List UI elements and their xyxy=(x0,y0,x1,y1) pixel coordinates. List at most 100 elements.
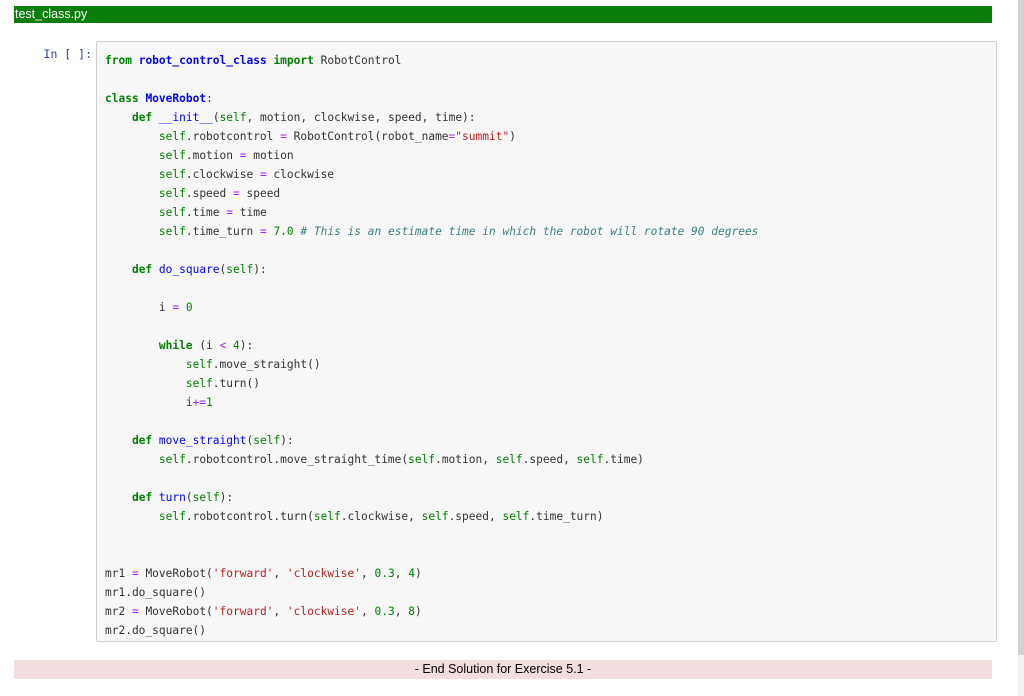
code-token-plain: RobotControl xyxy=(313,54,402,67)
code-token-self: self xyxy=(253,434,281,447)
code-token-kw: def xyxy=(131,434,153,447)
code-token-str: "summit" xyxy=(455,130,510,143)
code-token-cls: MoveRobot xyxy=(145,92,207,105)
code-token-plain: mr2.do_square() xyxy=(105,624,207,637)
filename-header: test_class.py xyxy=(14,6,992,23)
code-token-plain: .motion xyxy=(185,149,240,162)
code-token-self: self xyxy=(185,358,213,371)
code-line: mr2.do_square() xyxy=(105,621,758,640)
code-token-num: 4 xyxy=(233,339,240,352)
code-token-plain: (i xyxy=(192,339,220,352)
code-token-op: = xyxy=(259,168,267,181)
code-token-mod: robot_control_class xyxy=(138,54,267,67)
scrollbar-thumb[interactable] xyxy=(1018,0,1024,655)
code-token-op: = xyxy=(226,206,234,219)
code-token-self: self xyxy=(495,453,523,466)
code-token-fn: turn xyxy=(158,491,186,504)
code-token-num: 1 xyxy=(206,396,213,409)
code-token-self: self xyxy=(158,168,186,181)
code-token-fn: do_square xyxy=(158,263,220,276)
code-token-plain: , xyxy=(394,567,409,580)
code-token-plain: , xyxy=(273,605,287,618)
code-token-plain: .speed, xyxy=(448,510,503,523)
code-line: self.robotcontrol.turn(self.clockwise, s… xyxy=(105,507,758,526)
code-token-plain: mr2 xyxy=(105,605,132,618)
code-token-self: self xyxy=(158,130,186,143)
code-token-self: self xyxy=(219,111,247,124)
code-token-plain: , xyxy=(361,567,375,580)
code-line: from robot_control_class import RobotCon… xyxy=(105,51,758,70)
code-token-plain: ) xyxy=(414,605,422,618)
code-token-plain: , motion, clockwise, speed, time): xyxy=(246,111,476,124)
code-cell[interactable]: from robot_control_class import RobotCon… xyxy=(96,41,997,642)
code-token-plain: .turn() xyxy=(212,377,260,390)
code-token-op: = xyxy=(259,225,267,238)
code-token-kw: import xyxy=(273,54,314,67)
code-token-str: 'clockwise' xyxy=(286,567,361,580)
code-token-self: self xyxy=(192,491,220,504)
code-token-plain: MoveRobot( xyxy=(138,567,213,580)
code-token-kw: class xyxy=(105,92,139,105)
vertical-scrollbar[interactable] xyxy=(1018,0,1024,696)
code-editor[interactable]: from robot_control_class import RobotCon… xyxy=(105,51,758,640)
notebook-page: test_class.py In [ ]: from robot_control… xyxy=(0,0,1024,696)
code-token-plain: speed xyxy=(239,187,281,200)
code-token-kw: def xyxy=(131,263,153,276)
code-token-plain: .clockwise, xyxy=(340,510,422,523)
code-token-op: = xyxy=(131,567,139,580)
code-line: self.turn() xyxy=(105,374,758,393)
code-token-plain: ) xyxy=(509,130,516,143)
code-token-plain: .time_turn xyxy=(185,225,260,238)
code-token-plain: mr1 xyxy=(105,567,132,580)
code-token-plain: RobotControl(robot_name xyxy=(286,130,449,143)
code-token-self: self xyxy=(158,187,186,200)
code-token-num: 4 xyxy=(408,567,415,580)
code-line: self.move_straight() xyxy=(105,355,758,374)
code-token-self: self xyxy=(502,510,530,523)
code-token-plain: mr1.do_square() xyxy=(105,586,207,599)
code-token-self: self xyxy=(421,510,449,523)
code-token-self: self xyxy=(313,510,341,523)
code-token-self: self xyxy=(158,149,186,162)
code-token-num: 0.3 xyxy=(374,567,395,580)
code-token-plain: ( xyxy=(185,491,193,504)
code-token-kw: from xyxy=(105,54,132,67)
code-token-kw: def xyxy=(131,491,153,504)
code-token-plain: ): xyxy=(253,263,267,276)
code-token-plain: , xyxy=(361,605,375,618)
code-token-plain: i xyxy=(105,301,173,314)
code-token-plain: .speed, xyxy=(522,453,577,466)
code-token-plain: : xyxy=(206,92,213,105)
code-line: self.time = time xyxy=(105,203,758,222)
code-line: self.time_turn = 7.0 # This is an estima… xyxy=(105,222,759,241)
code-token-self: self xyxy=(158,453,186,466)
code-line: def do_square(self): xyxy=(105,260,758,279)
code-line: def __init__(self, motion, clockwise, sp… xyxy=(105,108,758,127)
code-line: def move_straight(self): xyxy=(105,431,758,450)
code-token-plain: .clockwise xyxy=(185,168,260,181)
code-token-plain: .time xyxy=(185,206,227,219)
cell-prompt: In [ ]: xyxy=(43,47,92,61)
code-token-plain: time xyxy=(233,206,267,219)
code-token-num: 0 xyxy=(185,301,193,314)
